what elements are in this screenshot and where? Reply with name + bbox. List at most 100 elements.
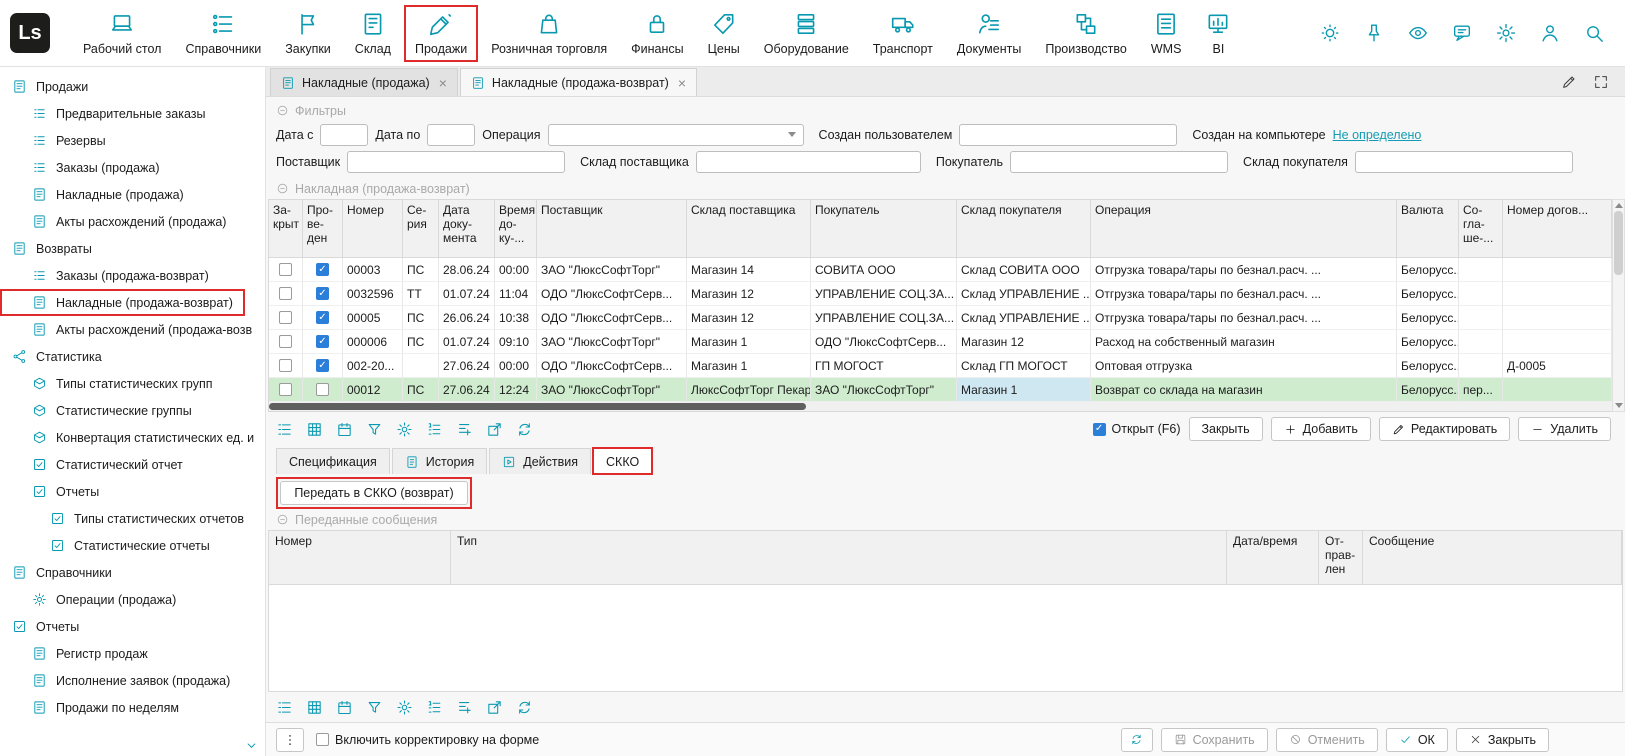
operation-select[interactable] [548, 124, 804, 146]
column-header[interactable]: Тип [451, 531, 1227, 585]
toolbar-icon-button[interactable] [336, 699, 353, 716]
toolbar-icon-button[interactable] [456, 421, 473, 438]
scroll-up-arrow[interactable] [1615, 203, 1623, 208]
created-by-input[interactable] [959, 124, 1177, 146]
nav-item[interactable]: Производство [1034, 5, 1138, 62]
toolbar-icon-button[interactable] [426, 421, 443, 438]
nav-item[interactable]: Цены [697, 5, 751, 62]
top-icon-button[interactable] [1539, 22, 1561, 44]
toolbar-icon-button[interactable] [306, 421, 323, 438]
vertical-scrollbar[interactable] [1612, 199, 1625, 412]
column-header[interactable]: Номер [343, 200, 403, 258]
top-icon-button[interactable] [1495, 22, 1517, 44]
refresh-button[interactable] [1121, 728, 1153, 752]
add-button[interactable]: Добавить [1271, 417, 1371, 441]
column-header[interactable]: Про- ве- ден [303, 200, 343, 258]
collapse-icon[interactable] [276, 513, 289, 526]
column-header[interactable]: Дата доку- мента [439, 200, 495, 258]
nav-item[interactable]: Склад [344, 5, 402, 62]
supplier-store-input[interactable] [696, 151, 921, 173]
column-header[interactable]: Поставщик [537, 200, 687, 258]
tab-close-icon[interactable]: × [439, 76, 447, 90]
transfer-to-skko-button[interactable]: Передать в СККО (возврат) [280, 481, 468, 505]
collapse-icon[interactable] [276, 104, 289, 117]
buyer-input[interactable] [1010, 151, 1228, 173]
more-actions-button[interactable] [276, 728, 304, 752]
top-icon-button[interactable] [1363, 22, 1385, 44]
buyer-store-input[interactable] [1355, 151, 1573, 173]
invoice-row[interactable]: 0032596 ТТ 01.07.24 11:04 ОДО "ЛюксСофтС… [269, 282, 1612, 306]
toolbar-icon-button[interactable] [276, 699, 293, 716]
delete-button[interactable]: Удалить [1518, 417, 1611, 441]
nav-item[interactable]: BI [1194, 5, 1242, 62]
sidebar-item[interactable]: Заказы (продажа) [0, 154, 265, 181]
conducted-checkbox[interactable] [316, 359, 329, 372]
sidebar-item[interactable]: Статистические группы [0, 397, 265, 424]
sidebar-item[interactable]: Регистр продаж [0, 640, 265, 667]
sidebar-item[interactable]: Продажи [0, 73, 265, 100]
sidebar-item[interactable]: Статистические отчеты [0, 532, 265, 559]
tab-invoices-sale[interactable]: Накладные (продажа) × [270, 68, 458, 96]
collapse-icon[interactable] [276, 182, 289, 195]
column-header[interactable]: Номер догов... [1503, 200, 1612, 258]
nav-item[interactable]: Транспорт [862, 5, 944, 62]
sidebar-item[interactable]: Накладные (продажа-возврат) [0, 289, 245, 316]
sidebar-item[interactable]: Резервы [0, 127, 265, 154]
scroll-down-arrow[interactable] [1615, 403, 1623, 408]
closed-checkbox[interactable] [279, 287, 292, 300]
column-header[interactable]: Сообщение [1363, 531, 1622, 585]
closed-checkbox[interactable] [279, 383, 292, 396]
supplier-input[interactable] [347, 151, 565, 173]
column-header[interactable]: Время до- ку-... [495, 200, 537, 258]
top-icon-button[interactable] [1319, 22, 1341, 44]
edit-form-button[interactable] [1561, 74, 1577, 90]
column-header[interactable]: Дата/время [1227, 531, 1319, 585]
sidebar-item[interactable]: Отчеты [0, 613, 265, 640]
column-header[interactable]: Номер [269, 531, 451, 585]
invoice-row[interactable]: 00012 ПС 27.06.24 12:24 ЗАО "ЛюксСофтТор… [269, 378, 1612, 402]
fullscreen-button[interactable] [1593, 74, 1609, 90]
sidebar-item[interactable]: Возвраты [0, 235, 265, 262]
sidebar-item[interactable]: Типы статистических групп [0, 370, 265, 397]
tab-specification[interactable]: Спецификация [276, 448, 390, 474]
nav-item[interactable]: Рабочий стол [72, 5, 172, 62]
toolbar-icon-button[interactable] [456, 699, 473, 716]
nav-item[interactable]: Финансы [620, 5, 694, 62]
conducted-checkbox[interactable] [316, 311, 329, 324]
sidebar-item[interactable]: Конвертация статистических ед. и [0, 424, 265, 451]
vertical-scrollbar-thumb[interactable] [1614, 211, 1623, 275]
column-header[interactable]: Со- гла- ше-... [1459, 200, 1503, 258]
sidebar-item[interactable]: Исполнение заявок (продажа) [0, 667, 265, 694]
ok-button[interactable]: ОК [1386, 728, 1448, 752]
sidebar-item[interactable]: Заказы (продажа-возврат) [0, 262, 265, 289]
invoice-row[interactable]: 00003 ПС 28.06.24 00:00 ЗАО "ЛюксСофтТор… [269, 258, 1612, 282]
conducted-checkbox[interactable] [316, 263, 329, 276]
toolbar-icon-button[interactable] [486, 699, 503, 716]
close-record-button[interactable]: Закрыть [1189, 417, 1263, 441]
sidebar-item[interactable]: Статистика [0, 343, 265, 370]
closed-checkbox[interactable] [279, 311, 292, 324]
toolbar-icon-button[interactable] [486, 421, 503, 438]
toolbar-icon-button[interactable] [276, 421, 293, 438]
tab-close-icon[interactable]: × [678, 76, 686, 90]
top-icon-button[interactable] [1407, 22, 1429, 44]
nav-item[interactable]: Закупки [274, 5, 342, 62]
tab-history[interactable]: История [392, 448, 487, 474]
adjustment-checkbox[interactable] [316, 733, 329, 746]
column-header[interactable]: Валюта [1397, 200, 1459, 258]
adjustment-toggle[interactable]: Включить корректировку на форме [316, 733, 539, 747]
toolbar-icon-button[interactable] [396, 421, 413, 438]
date-to-input[interactable] [427, 124, 475, 146]
horizontal-scrollbar-thumb[interactable] [269, 403, 806, 410]
save-button[interactable]: Сохранить [1161, 728, 1268, 752]
cancel-button[interactable]: Отменить [1276, 728, 1378, 752]
tab-actions[interactable]: Действия [489, 448, 591, 474]
tab-skko[interactable]: СККО [593, 448, 652, 474]
conducted-checkbox[interactable] [316, 335, 329, 348]
column-header[interactable]: Склад поставщика [687, 200, 811, 258]
date-from-input[interactable] [320, 124, 368, 146]
nav-item[interactable]: Документы [946, 5, 1032, 62]
toolbar-icon-button[interactable] [516, 421, 533, 438]
created-on-link[interactable]: Не определено [1333, 128, 1422, 142]
sidebar-item[interactable]: Справочники [0, 559, 265, 586]
